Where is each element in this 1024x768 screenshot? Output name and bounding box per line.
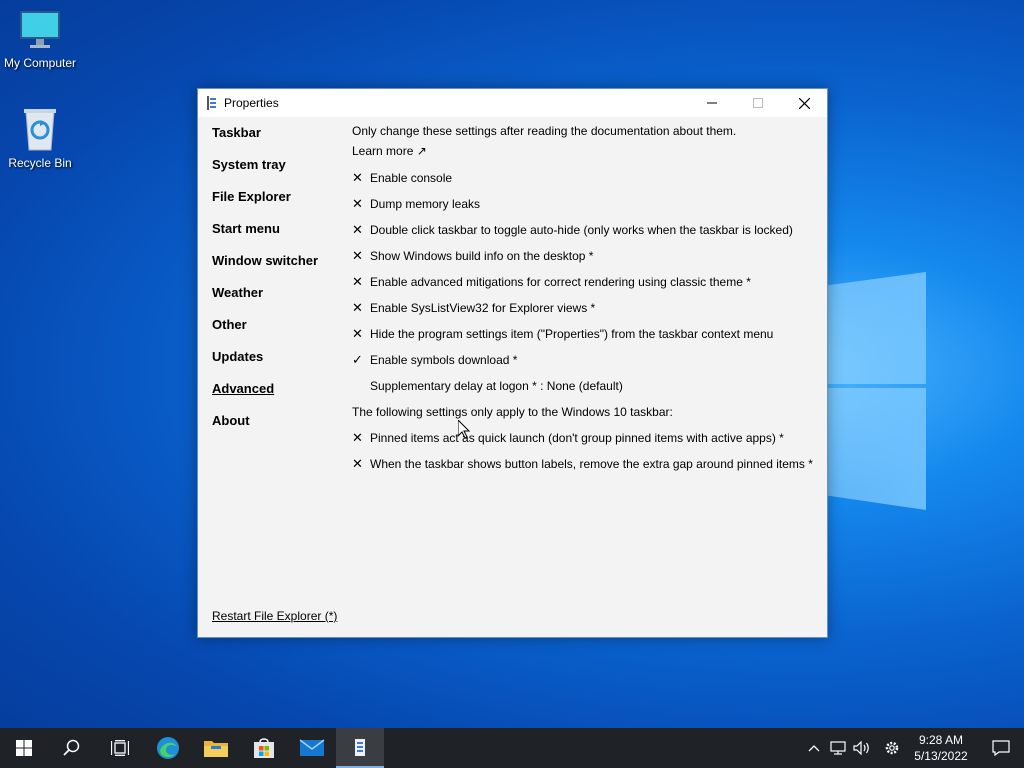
- minimize-button[interactable]: [689, 89, 735, 117]
- setting-enable-console[interactable]: ✕ Enable console: [352, 165, 822, 191]
- clock[interactable]: 9:28 AM 5/13/2022: [904, 732, 978, 764]
- setting-label: When the taskbar shows button labels, re…: [370, 457, 813, 471]
- section-heading-windows-10: The following settings only apply to the…: [352, 405, 673, 419]
- sidebar-item-taskbar[interactable]: Taskbar: [212, 125, 318, 157]
- learn-more-link[interactable]: Learn more ↗: [352, 143, 822, 159]
- setting-label: Show Windows build info on the desktop *: [370, 249, 594, 263]
- setting-label: Double click taskbar to toggle auto-hide…: [370, 223, 793, 237]
- check-icon: ✓: [352, 352, 363, 367]
- setting-show-build-info[interactable]: ✕ Show Windows build info on the desktop…: [352, 243, 822, 269]
- setting-label: Enable SysListView32 for Explorer views …: [370, 301, 596, 315]
- setting-double-click-autohide[interactable]: ✕ Double click taskbar to toggle auto-hi…: [352, 217, 822, 243]
- title-bar[interactable]: Properties: [198, 89, 827, 117]
- properties-app-icon: [355, 739, 365, 756]
- clock-time: 9:28 AM: [918, 733, 964, 747]
- windows-start-icon: [16, 740, 32, 756]
- maximize-button[interactable]: [735, 89, 781, 117]
- maximize-icon: [753, 98, 763, 108]
- settings-button[interactable]: [880, 728, 904, 768]
- store-icon: [254, 738, 274, 758]
- cross-icon: ✕: [352, 430, 363, 445]
- sidebar-item-file-explorer[interactable]: File Explorer: [212, 189, 318, 221]
- sidebar-item-start-menu[interactable]: Start menu: [212, 221, 318, 253]
- volume-icon: [853, 741, 869, 755]
- desktop-icon-label: My Computer: [3, 56, 77, 70]
- setting-label: Enable symbols download *: [370, 353, 518, 367]
- setting-logon-delay[interactable]: Supplementary delay at logon * : None (d…: [352, 373, 822, 399]
- sidebar-item-about[interactable]: About: [212, 413, 318, 445]
- sidebar-item-weather[interactable]: Weather: [212, 285, 318, 317]
- taskbar-store-button[interactable]: [240, 728, 288, 768]
- notification-center-button[interactable]: [978, 728, 1024, 768]
- cross-icon: ✕: [352, 456, 363, 471]
- mail-icon: [299, 739, 325, 756]
- minimize-icon: [707, 102, 717, 104]
- task-view-icon: [111, 740, 129, 756]
- task-view-button[interactable]: [96, 728, 144, 768]
- restart-file-explorer-link[interactable]: Restart File Explorer (*): [212, 609, 337, 623]
- taskbar: 9:28 AM 5/13/2022: [0, 728, 1024, 768]
- properties-window: Properties Taskbar System tray File Expl…: [197, 88, 828, 638]
- computer-icon: [20, 11, 60, 48]
- taskbar-file-explorer-button[interactable]: [192, 728, 240, 768]
- system-tray: 9:28 AM 5/13/2022: [802, 728, 1024, 768]
- window-title: Properties: [224, 96, 279, 110]
- clock-date: 5/13/2022: [914, 749, 968, 763]
- setting-label: Pinned items act as quick launch (don't …: [370, 431, 784, 445]
- cross-icon: ✕: [352, 326, 363, 341]
- sidebar-item-advanced[interactable]: Advanced: [212, 381, 318, 413]
- desktop-icon-label: Recycle Bin: [8, 156, 72, 170]
- setting-hide-properties-item[interactable]: ✕ Hide the program settings item ("Prope…: [352, 321, 822, 347]
- network-icon: [830, 741, 846, 755]
- setting-remove-extra-gap[interactable]: ✕ When the taskbar shows button labels, …: [352, 451, 822, 477]
- mouse-cursor-icon: [458, 420, 470, 439]
- show-hidden-icons-button[interactable]: [802, 728, 826, 768]
- desktop-icon-my-computer[interactable]: My Computer: [0, 8, 80, 70]
- sidebar-item-system-tray[interactable]: System tray: [212, 157, 318, 189]
- cross-icon: ✕: [352, 300, 363, 315]
- network-button[interactable]: [826, 728, 850, 768]
- taskbar-edge-button[interactable]: [144, 728, 192, 768]
- windows-wallpaper-logo: [826, 258, 926, 510]
- taskbar-mail-button[interactable]: [288, 728, 336, 768]
- notification-icon: [992, 740, 1010, 756]
- start-button[interactable]: [0, 728, 48, 768]
- settings-panel: Only change these settings after reading…: [352, 123, 822, 477]
- setting-advanced-mitigations[interactable]: ✕ Enable advanced mitigations for correc…: [352, 269, 822, 295]
- setting-label: Hide the program settings item ("Propert…: [370, 327, 774, 341]
- setting-symbols-download[interactable]: ✓ Enable symbols download *: [352, 347, 822, 373]
- cross-icon: ✕: [352, 196, 363, 211]
- gear-icon: [885, 741, 899, 755]
- intro-text: Only change these settings after reading…: [352, 124, 737, 138]
- recycle-bin-icon: [24, 109, 56, 151]
- cross-icon: ✕: [352, 170, 363, 185]
- sidebar-item-other[interactable]: Other: [212, 317, 318, 349]
- setting-syslistview32[interactable]: ✕ Enable SysListView32 for Explorer view…: [352, 295, 822, 321]
- sidebar-nav: Taskbar System tray File Explorer Start …: [212, 125, 318, 445]
- cross-icon: ✕: [352, 274, 363, 289]
- desktop-icon-recycle-bin[interactable]: Recycle Bin: [0, 106, 80, 170]
- setting-label: Enable console: [370, 171, 453, 185]
- cross-icon: ✕: [352, 248, 363, 263]
- chevron-up-icon: [808, 745, 820, 752]
- folder-icon: [204, 741, 228, 757]
- setting-label: Supplementary delay at logon * : None (d…: [370, 379, 623, 393]
- setting-dump-memory-leaks[interactable]: ✕ Dump memory leaks: [352, 191, 822, 217]
- setting-label: Enable advanced mitigations for correct …: [370, 275, 751, 289]
- search-button[interactable]: [48, 728, 96, 768]
- search-icon: [63, 739, 80, 756]
- cross-icon: ✕: [352, 222, 363, 237]
- edge-icon: [157, 737, 179, 759]
- sidebar-item-updates[interactable]: Updates: [212, 349, 318, 381]
- close-button[interactable]: [781, 89, 827, 117]
- setting-label: Dump memory leaks: [370, 197, 481, 211]
- app-icon: [207, 96, 216, 110]
- sidebar-item-window-switcher[interactable]: Window switcher: [212, 253, 318, 285]
- volume-button[interactable]: [850, 728, 874, 768]
- close-icon: [798, 97, 810, 109]
- taskbar-properties-button[interactable]: [336, 728, 384, 768]
- setting-pinned-quick-launch[interactable]: ✕ Pinned items act as quick launch (don'…: [352, 425, 822, 451]
